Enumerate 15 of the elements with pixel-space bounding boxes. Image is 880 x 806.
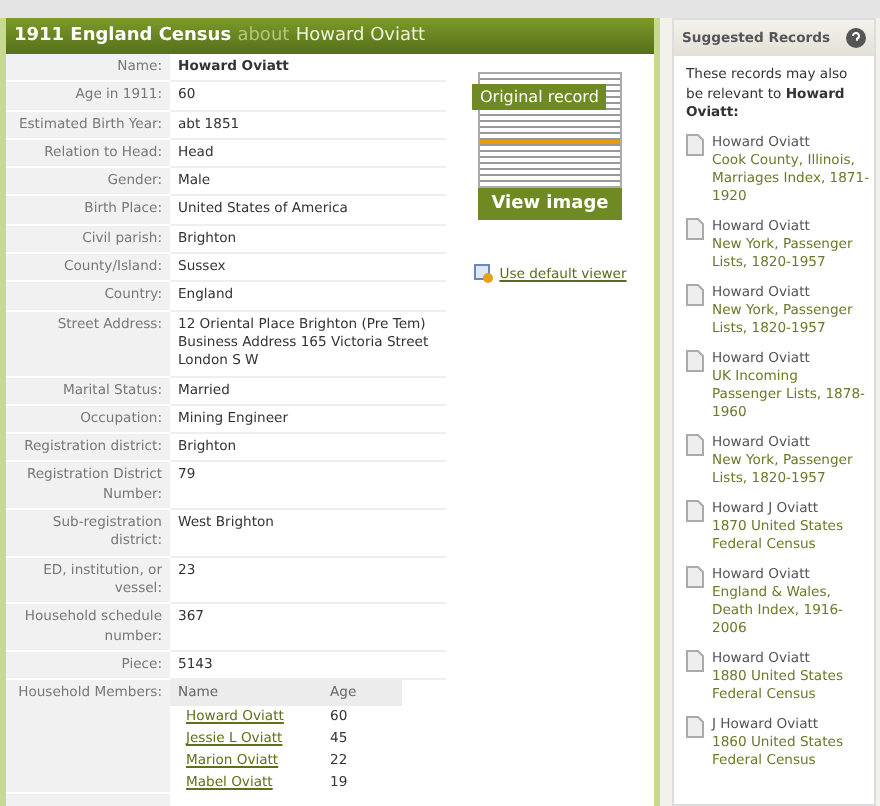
record-title: 1911 England Census about Howard Oviatt — [6, 18, 654, 54]
document-icon — [686, 283, 704, 305]
document-icon — [686, 499, 704, 521]
record-thumbnail[interactable]: Original record — [478, 72, 622, 188]
document-icon — [686, 715, 704, 737]
document-icon — [686, 649, 704, 671]
view-image-button[interactable]: View image — [478, 188, 622, 220]
document-icon — [686, 133, 704, 155]
document-icon — [686, 217, 704, 239]
viewer-icon — [473, 264, 494, 284]
document-icon — [686, 433, 704, 455]
document-icon — [686, 565, 704, 587]
thumbnail-caption: Original record — [472, 84, 607, 110]
document-icon — [686, 349, 704, 371]
help-icon[interactable] — [846, 28, 866, 48]
